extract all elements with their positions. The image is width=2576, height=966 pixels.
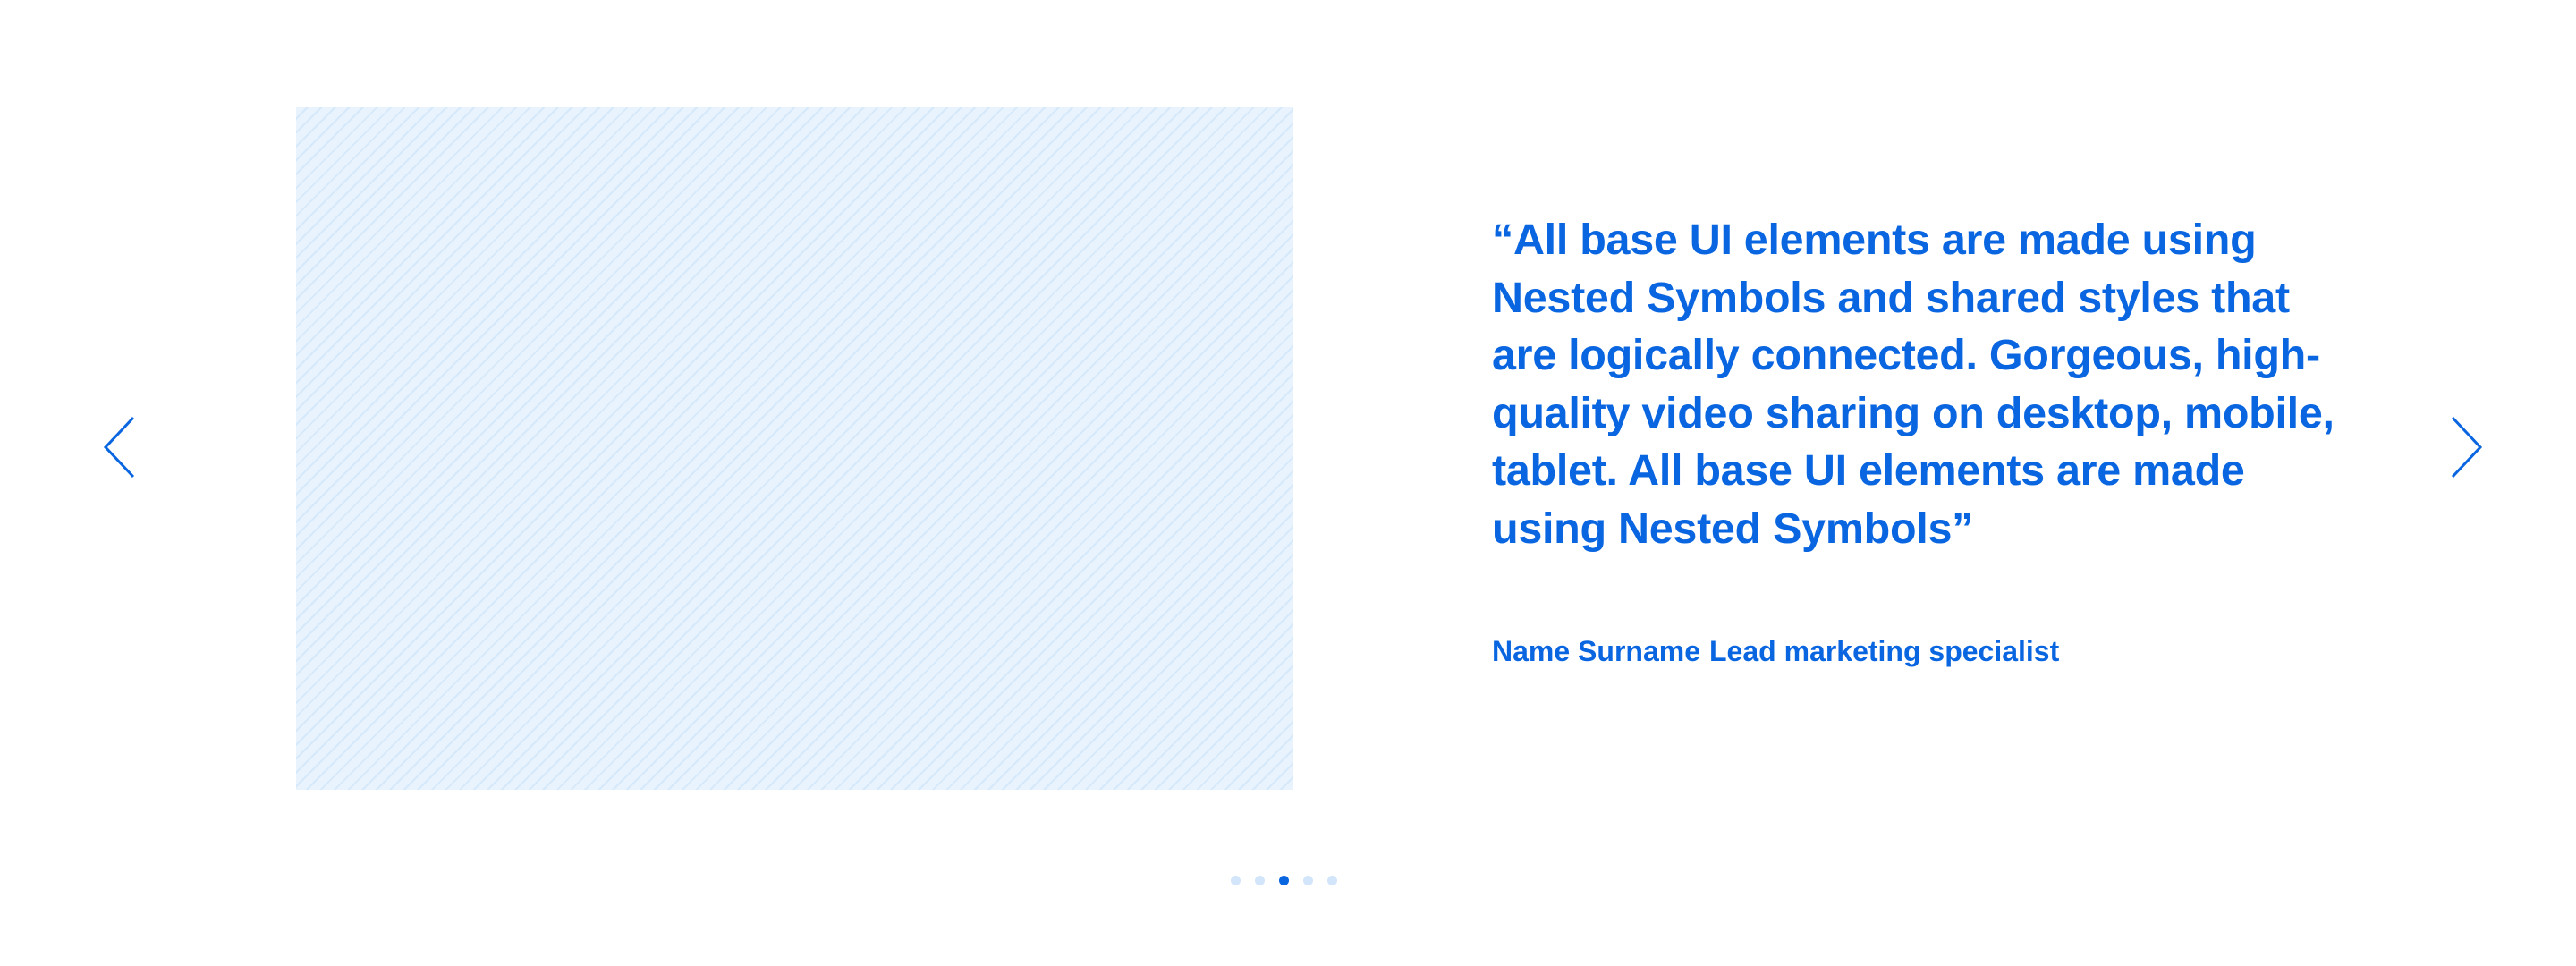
chevron-left-icon [103,416,135,479]
author-role: Lead marketing specialist [1708,635,2060,667]
pagination-dot-active[interactable] [1279,875,1289,886]
author-name: Name Surname [1492,635,1700,667]
pagination-dot[interactable] [1255,875,1265,886]
pagination-dot[interactable] [1231,875,1241,886]
testimonial-quote: “All base UI elements are made using Nes… [1492,216,2334,553]
testimonial-carousel: “All base UI elements are made using Nes… [0,0,2576,966]
quote-block: “All base UI elements are made using Nes… [1492,211,2351,557]
slide-pagination [1231,873,1337,887]
testimonial-attribution: Name Surname Lead marketing specialist [1492,633,2059,669]
pagination-dot[interactable] [1303,875,1313,886]
previous-slide-button[interactable] [99,411,142,483]
next-slide-button[interactable] [2444,411,2487,483]
testimonial-image-placeholder [296,107,1293,790]
chevron-right-icon [2451,416,2483,479]
pagination-dot[interactable] [1327,875,1337,886]
